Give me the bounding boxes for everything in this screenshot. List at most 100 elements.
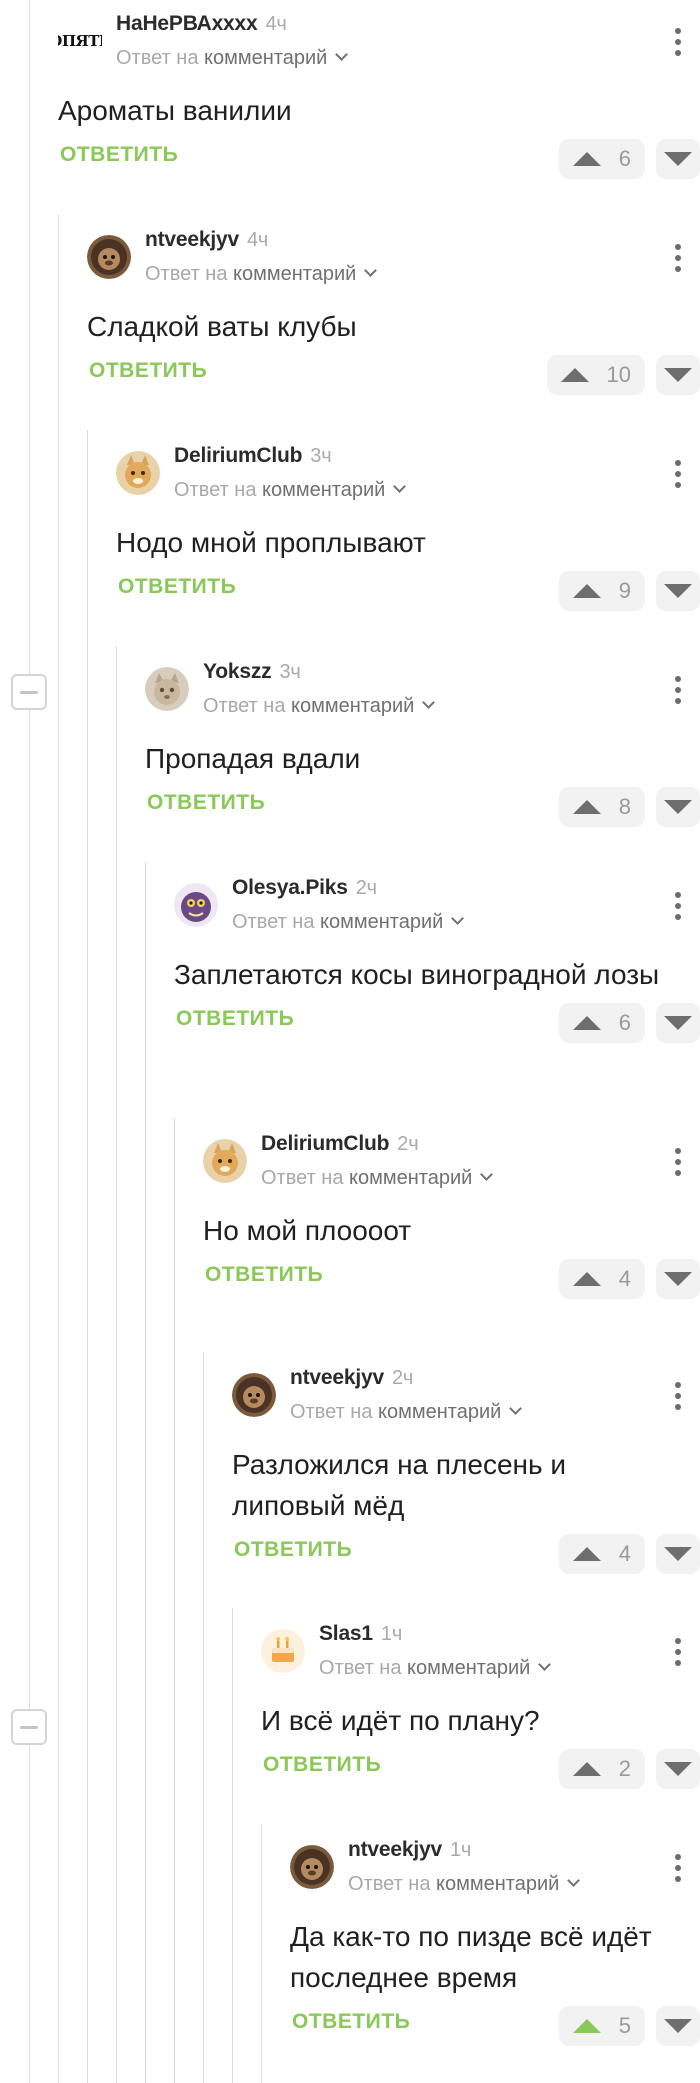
reply-to-link[interactable]: Ответ на комментарий	[261, 1167, 494, 1190]
comment-author[interactable]: Yokszz 3ч	[203, 660, 301, 684]
more-options-icon[interactable]	[666, 1378, 690, 1414]
comment-text: Заплетаются косы виноградной лозы	[174, 959, 660, 990]
arrow-up-icon	[572, 1762, 601, 1776]
upvote-button[interactable]: 10	[546, 355, 645, 395]
comment: ntveekjyv 1ч Ответ на комментарий Да как-…	[290, 1836, 700, 2048]
upvote-button[interactable]: 4	[558, 1534, 645, 1574]
arrow-up-icon	[572, 584, 601, 598]
upvote-button[interactable]: 6	[558, 139, 645, 179]
more-options-icon[interactable]	[666, 456, 690, 492]
more-options-icon[interactable]	[666, 1144, 690, 1180]
downvote-button[interactable]	[656, 571, 700, 611]
downvote-button[interactable]	[656, 2006, 700, 2046]
reply-button[interactable]: ОТВЕТИТЬ	[60, 143, 178, 167]
reply-button[interactable]: ОТВЕТИТЬ	[176, 1007, 294, 1031]
downvote-button[interactable]	[656, 1003, 700, 1043]
downvote-button[interactable]	[656, 1259, 700, 1299]
arrow-down-icon	[664, 800, 692, 814]
upvote-button[interactable]: 2	[558, 1749, 645, 1789]
arrow-down-icon	[664, 584, 692, 598]
arrow-down-icon	[664, 1016, 692, 1030]
purple-creature-avatar[interactable]	[174, 883, 218, 927]
comment-author[interactable]: НаНеРВАxxxx 4ч	[116, 12, 287, 36]
downvote-button[interactable]	[656, 1749, 700, 1789]
reply-button[interactable]: ОТВЕТИТЬ	[263, 1753, 381, 1777]
comment-author[interactable]: ntveekjyv 4ч	[145, 228, 268, 252]
comment-author[interactable]: ntveekjyv 1ч	[348, 1838, 471, 1862]
thread-line	[145, 862, 146, 2083]
arrow-up-icon	[572, 2019, 601, 2033]
rating-count: 6	[618, 1010, 631, 1035]
reply-to-link[interactable]: Ответ на комментарий	[319, 1657, 552, 1680]
reply-button[interactable]: ОТВЕТИТЬ	[205, 1263, 323, 1287]
chevron-down-icon	[422, 696, 436, 709]
thread-line	[232, 1608, 233, 2083]
downvote-button[interactable]	[656, 1534, 700, 1574]
reply-to-link[interactable]: Ответ на комментарий	[116, 47, 349, 70]
rating-count: 4	[618, 1541, 631, 1566]
comment-time: 4ч	[265, 13, 287, 35]
more-options-icon[interactable]	[666, 1850, 690, 1886]
chevron-down-icon	[335, 48, 349, 61]
comment-author[interactable]: DeliriumClub 2ч	[261, 1132, 419, 1156]
upvote-button[interactable]: 8	[558, 787, 645, 827]
more-options-icon[interactable]	[666, 888, 690, 924]
reply-button[interactable]: ОТВЕТИТЬ	[118, 575, 236, 599]
collapse-thread-button[interactable]	[11, 674, 47, 710]
upvote-button[interactable]: 6	[558, 1003, 645, 1043]
comment: DeliriumClub 3ч Ответ на комментарий Нодо…	[116, 442, 700, 613]
cake-avatar[interactable]	[261, 1629, 305, 1673]
reply-to-link[interactable]: Ответ на комментарий	[232, 911, 465, 934]
collapse-thread-button[interactable]	[11, 1709, 47, 1745]
cat-avatar[interactable]	[116, 451, 160, 495]
comment-author[interactable]: Slas1 1ч	[319, 1622, 402, 1646]
comment-author[interactable]: ntveekjyv 2ч	[290, 1366, 413, 1390]
cat-avatar[interactable]	[203, 1139, 247, 1183]
thread-line	[29, 0, 30, 2083]
downvote-button[interactable]	[656, 139, 700, 179]
downvote-button[interactable]	[656, 355, 700, 395]
reply-to-link[interactable]: Ответ на комментарий	[145, 263, 378, 286]
rating-count: 5	[618, 2013, 631, 2038]
reply-to-link[interactable]: Ответ на комментарий	[203, 695, 436, 718]
comment: ОПЯТЬ НаНеРВАxxxx4ч Ответ на комментарий…	[58, 10, 700, 181]
upvote-button[interactable]: 4	[558, 1259, 645, 1299]
arrow-up-icon	[572, 1272, 601, 1286]
kitten-avatar[interactable]	[145, 667, 189, 711]
upvote-button[interactable]: 9	[558, 571, 645, 611]
comment: Slas1 1ч Ответ на комментарий И всё идёт …	[261, 1620, 700, 1791]
lion-avatar[interactable]	[290, 1845, 334, 1889]
text-logo-avatar[interactable]: ОПЯТЬ	[58, 19, 102, 63]
comment-time: 3ч	[310, 445, 332, 467]
arrow-up-icon	[572, 800, 601, 814]
arrow-up-icon	[572, 152, 601, 166]
more-options-icon[interactable]	[666, 1634, 690, 1670]
thread-line	[87, 430, 88, 2083]
reply-button[interactable]: ОТВЕТИТЬ	[234, 1538, 352, 1562]
reply-button[interactable]: ОТВЕТИТЬ	[292, 2010, 410, 2034]
more-options-icon[interactable]	[666, 240, 690, 276]
comment-author[interactable]: DeliriumClub 3ч	[174, 444, 332, 468]
reply-to-link[interactable]: Ответ на комментарий	[174, 479, 407, 502]
arrow-up-icon	[572, 1016, 601, 1030]
comment: ntveekjyv 4ч Ответ на комментарий Сладкой…	[87, 226, 700, 397]
arrow-down-icon	[664, 152, 692, 166]
upvote-button[interactable]: 5	[558, 2006, 645, 2046]
reply-button[interactable]: ОТВЕТИТЬ	[89, 359, 207, 383]
lion-avatar[interactable]	[232, 1373, 276, 1417]
reply-button[interactable]: ОТВЕТИТЬ	[147, 791, 265, 815]
chevron-down-icon	[480, 1168, 494, 1181]
downvote-button[interactable]	[656, 787, 700, 827]
comment-text: Разложился на плесень и липовый мёд	[232, 1449, 567, 1521]
chevron-down-icon	[538, 1658, 552, 1671]
lion-avatar[interactable]	[87, 235, 131, 279]
reply-to-link[interactable]: Ответ на комментарий	[348, 1873, 581, 1896]
more-options-icon[interactable]	[666, 672, 690, 708]
comment-author[interactable]: Olesya.Piks 2ч	[232, 876, 377, 900]
rating-count: 9	[618, 578, 631, 603]
rating-count: 4	[618, 1266, 631, 1291]
comment-time: 3ч	[279, 661, 301, 683]
reply-to-link[interactable]: Ответ на комментарий	[290, 1401, 523, 1424]
more-options-icon[interactable]	[666, 24, 690, 60]
thread-line	[174, 1118, 175, 2083]
